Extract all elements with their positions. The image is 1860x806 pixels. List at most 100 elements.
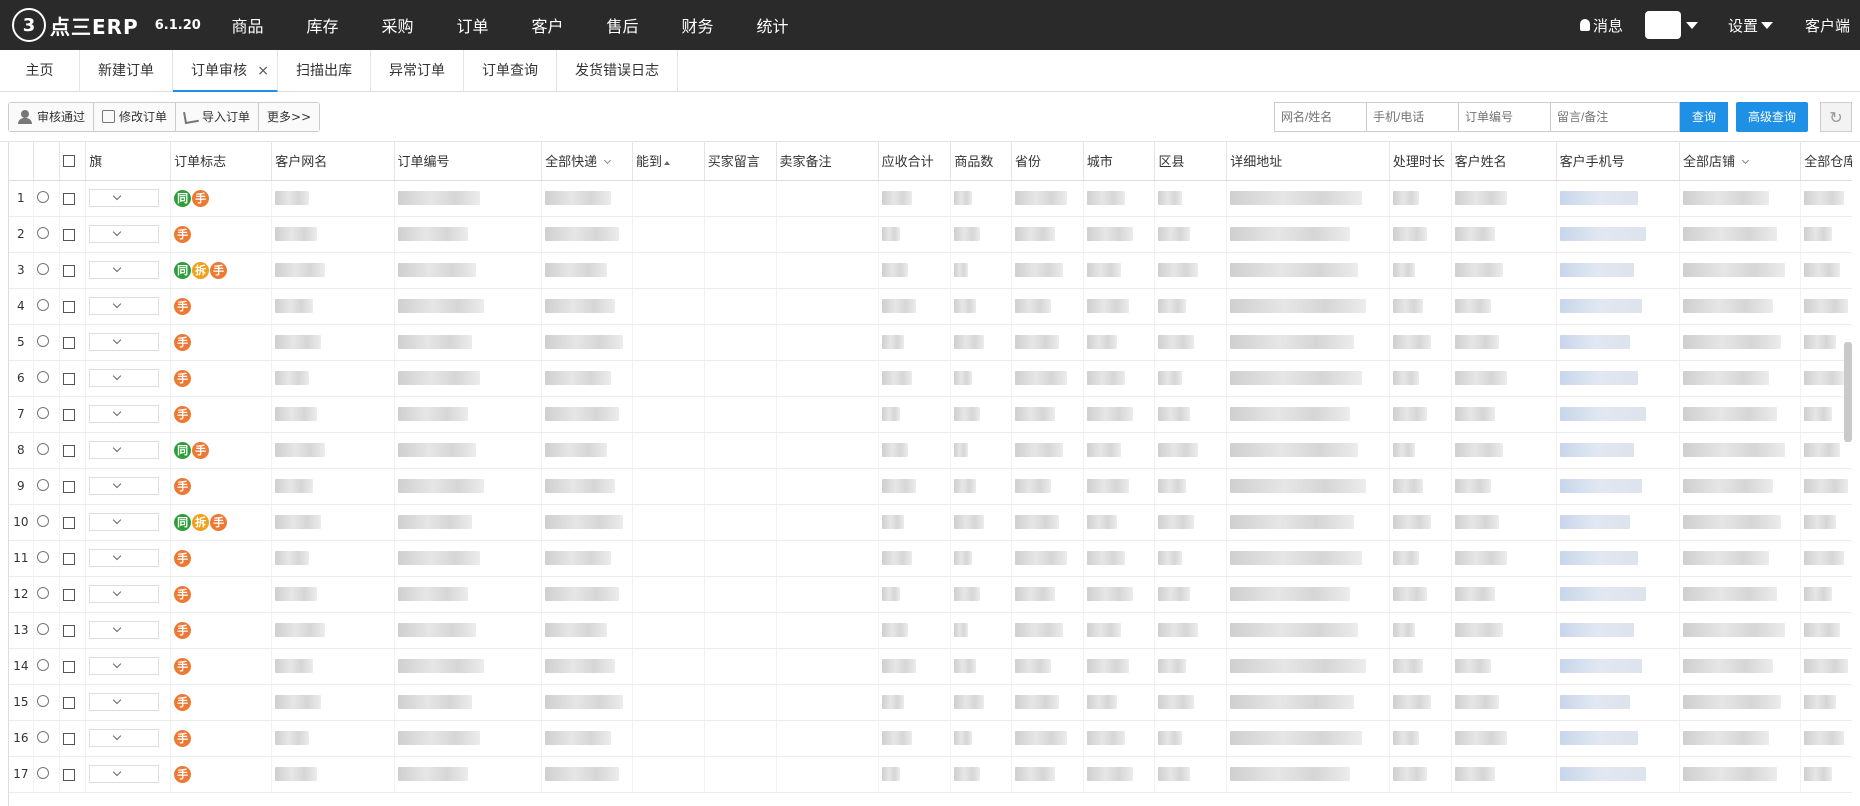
client-link[interactable]: 客户端 (1805, 15, 1850, 36)
phone-search-input[interactable] (1365, 102, 1458, 132)
tab[interactable]: 扫描出库 (278, 50, 371, 92)
table-row[interactable]: 9手 (9, 468, 1852, 505)
flag-select[interactable] (89, 405, 160, 423)
row-checkbox[interactable] (63, 228, 76, 241)
nav-item[interactable]: 统计 (735, 13, 810, 37)
flag-select[interactable] (89, 513, 160, 531)
column-header[interactable]: 应收合计 (878, 142, 952, 181)
expand-icon[interactable] (36, 370, 49, 383)
nav-item[interactable]: 订单 (435, 13, 510, 37)
avatar[interactable] (1644, 11, 1681, 39)
tab[interactable]: 发货错误日志 (557, 50, 678, 92)
refresh-button[interactable]: ↻ (1820, 102, 1852, 132)
column-header[interactable]: 订单标志 (170, 142, 273, 181)
expand-icon[interactable] (36, 478, 49, 491)
flag-select[interactable] (89, 585, 160, 603)
expand-icon[interactable] (36, 514, 49, 527)
column-header[interactable]: 城市 (1083, 142, 1156, 181)
column-header[interactable]: 卖家备注 (776, 142, 879, 181)
flag-select[interactable] (89, 441, 160, 459)
flag-select[interactable] (89, 657, 160, 675)
table-row[interactable]: 2手 (9, 216, 1852, 253)
flag-select[interactable] (89, 189, 160, 207)
expand-icon[interactable] (36, 766, 49, 779)
expand-icon[interactable] (36, 622, 49, 635)
flag-select[interactable] (89, 621, 160, 639)
flag-select[interactable] (89, 297, 160, 315)
nav-item[interactable]: 售后 (585, 13, 660, 37)
expand-icon[interactable] (36, 694, 49, 707)
row-checkbox[interactable] (63, 480, 76, 493)
flag-select[interactable] (89, 765, 160, 783)
table-row[interactable]: 16 手 (9, 720, 1852, 757)
table-row[interactable]: 10 同拆手 (9, 504, 1852, 541)
more-button[interactable]: 更多>> (259, 102, 320, 131)
row-checkbox[interactable] (63, 300, 76, 313)
row-checkbox[interactable] (63, 408, 76, 421)
row-checkbox[interactable] (63, 192, 76, 205)
settings-menu[interactable]: 设置 (1728, 15, 1773, 36)
column-header[interactable]: 省份 (1011, 142, 1084, 181)
nav-item[interactable]: 库存 (285, 13, 360, 37)
query-button[interactable]: 查询 (1679, 102, 1728, 132)
expand-icon[interactable] (36, 658, 49, 671)
expand-icon[interactable] (36, 262, 49, 275)
tab[interactable]: 异常订单 (371, 50, 464, 92)
select-all-checkbox[interactable] (63, 154, 76, 167)
column-header[interactable]: 全部快递 (541, 142, 634, 181)
row-checkbox[interactable] (63, 372, 76, 385)
flag-select[interactable] (89, 261, 160, 279)
note-search-input[interactable] (1549, 102, 1680, 132)
chevron-down-icon[interactable] (1685, 21, 1698, 29)
table-row[interactable]: 11 手 (9, 540, 1852, 577)
column-header[interactable]: 全部仓库 (1800, 142, 1852, 181)
column-header[interactable]: 商品数 (950, 142, 1012, 181)
approve-button[interactable]: 审核通过 (9, 102, 95, 131)
tab[interactable]: 新建订单 (80, 50, 173, 92)
column-header[interactable]: 全部店铺 (1679, 142, 1802, 181)
table-row[interactable]: 6手 (9, 360, 1852, 397)
row-checkbox[interactable] (63, 264, 76, 277)
nav-item[interactable]: 财务 (660, 13, 735, 37)
row-checkbox[interactable] (63, 768, 76, 781)
column-header[interactable]: 客户手机号 (1556, 142, 1680, 181)
table-row[interactable]: 8 同手 (9, 432, 1852, 469)
row-checkbox[interactable] (63, 588, 76, 601)
row-checkbox[interactable] (63, 444, 76, 457)
flag-select[interactable] (89, 225, 160, 243)
tab[interactable]: 订单查询 (464, 50, 557, 92)
nav-item[interactable]: 商品 (210, 13, 285, 37)
column-header[interactable]: 处理时长 (1389, 142, 1452, 181)
expand-icon[interactable] (36, 550, 49, 563)
flag-select[interactable] (89, 693, 160, 711)
row-checkbox[interactable] (63, 516, 76, 529)
expand-icon[interactable] (36, 730, 49, 743)
table-row[interactable]: 14 手 (9, 648, 1852, 685)
column-header[interactable]: 客户网名 (271, 142, 395, 181)
table-row[interactable]: 15 手 (9, 684, 1852, 721)
row-checkbox[interactable] (63, 552, 76, 565)
nav-item[interactable]: 采购 (360, 13, 435, 37)
expand-icon[interactable] (36, 334, 49, 347)
row-checkbox[interactable] (63, 624, 76, 637)
table-row[interactable]: 13 手 (9, 612, 1852, 649)
column-header[interactable]: 买家留言 (704, 142, 777, 181)
expand-icon[interactable] (36, 190, 49, 203)
row-checkbox[interactable] (63, 696, 76, 709)
flag-select[interactable] (89, 333, 160, 351)
expand-icon[interactable] (36, 226, 49, 239)
column-header[interactable]: 客户姓名 (1451, 142, 1557, 181)
flag-select[interactable] (89, 477, 160, 495)
close-icon[interactable]: × (257, 50, 269, 92)
order-no-search-input[interactable] (1457, 102, 1550, 132)
expand-icon[interactable] (36, 298, 49, 311)
column-header[interactable]: 旗 (85, 142, 172, 181)
table-row[interactable]: 5手 (9, 324, 1852, 361)
row-checkbox[interactable] (63, 732, 76, 745)
column-header[interactable] (59, 142, 87, 181)
table-row[interactable]: 12 手 (9, 576, 1852, 613)
row-checkbox[interactable] (63, 660, 76, 673)
row-checkbox[interactable] (63, 336, 76, 349)
tab[interactable]: 订单审核 × (173, 50, 278, 92)
column-header[interactable]: 区县 (1154, 142, 1228, 181)
